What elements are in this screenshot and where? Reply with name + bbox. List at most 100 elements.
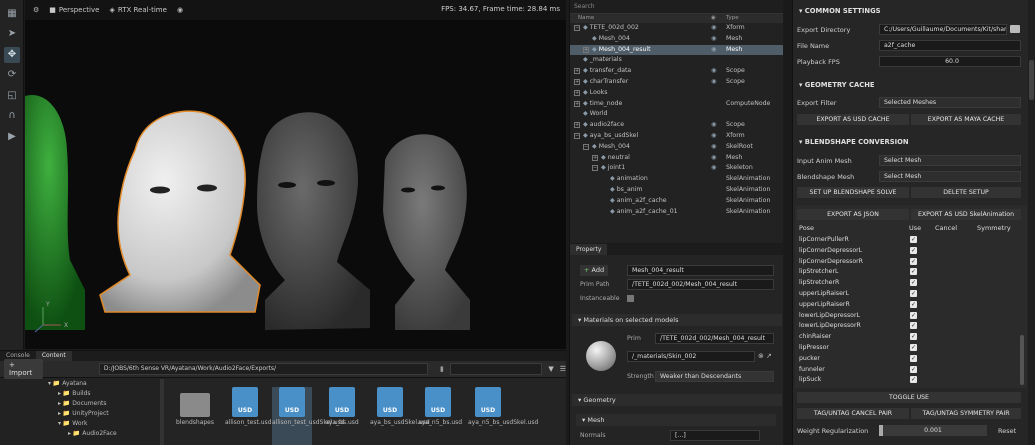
expand-toggle-icon[interactable]: + (574, 78, 580, 85)
use-checkbox[interactable]: ✓ (910, 333, 917, 341)
reset-button[interactable]: Reset (998, 427, 1016, 435)
export-directory-field[interactable]: C:/Users/Guillaume/Documents/Kit/shared (879, 24, 1007, 35)
expand-toggle-icon[interactable]: − (592, 165, 598, 172)
path-field[interactable]: D:/JOBS/6th Sense VR/Ayatana/Work/Audio2… (98, 363, 428, 375)
folder-browse-icon[interactable] (1010, 25, 1020, 33)
mesh-section-header[interactable]: ▾ Mesh (576, 414, 776, 426)
use-checkbox[interactable]: ✓ (910, 279, 917, 287)
expand-toggle-icon[interactable]: + (574, 100, 580, 107)
stage-row[interactable]: − ◆ Mesh_004 ◉ SkelRoot (570, 142, 783, 153)
stage-row[interactable]: ◆ bs_anim SkelAnimation (570, 185, 783, 196)
visibility-icon[interactable]: ◉ (711, 142, 716, 153)
file-item[interactable]: USD aya_n5_bs.usd (418, 387, 462, 426)
rotate-icon[interactable]: ⟳ (4, 67, 20, 83)
instanceable-checkbox[interactable] (627, 295, 634, 302)
visibility-icon[interactable]: ◉ (711, 45, 716, 56)
stage-row[interactable]: + ◆ charTransfer ◉ Scope (570, 77, 783, 88)
stage-row[interactable]: − ◆ aya_bs_usdSkel ◉ Xform (570, 131, 783, 142)
use-checkbox[interactable]: ✓ (910, 300, 917, 308)
file-item-selected[interactable]: USD allison_test_usdSkel.usd (272, 387, 345, 445)
file-item[interactable]: USD aya_bs_usdSkel.usd (370, 387, 430, 426)
material-prim-field[interactable]: /TETE_002d_002/Mesh_004_result (655, 333, 774, 344)
expand-toggle-icon[interactable] (601, 174, 607, 180)
search-field[interactable] (449, 363, 543, 375)
setup-blendshape-solve-button[interactable]: SET UP BLENDSHAPE SOLVE (797, 187, 909, 198)
use-checkbox[interactable]: ✓ (910, 257, 917, 265)
use-checkbox[interactable]: ✓ (910, 376, 917, 384)
expand-toggle-icon[interactable] (601, 185, 607, 191)
prim-name-field[interactable]: Mesh_004_result (627, 265, 774, 276)
weight-regularization-slider[interactable]: 0.001 (879, 425, 987, 436)
visibility-icon[interactable]: ◉ (711, 120, 716, 131)
select-arrow-icon[interactable]: ➤ (4, 26, 20, 42)
play-icon[interactable]: ▶ (4, 129, 20, 145)
renderer-dropdown[interactable]: ◈ RTX Real-time (109, 6, 166, 14)
expand-toggle-icon[interactable]: + (583, 46, 589, 53)
playback-fps-field[interactable]: 60.0 (879, 56, 1021, 67)
expand-toggle-icon[interactable]: + (574, 68, 580, 75)
strength-dropdown[interactable]: Weaker than Descendants (655, 371, 774, 382)
tree-item[interactable]: ▸ 📁 Documents (0, 399, 160, 409)
visibility-icon[interactable]: ◉ (711, 77, 716, 88)
delete-setup-button[interactable]: DELETE SETUP (911, 187, 1021, 198)
tree-item[interactable]: ▾ 📁 Work (0, 419, 160, 429)
file-item[interactable]: USD aya_bs.usd (322, 387, 362, 426)
snap-icon[interactable]: ∩ (4, 108, 20, 124)
export-filter-dropdown[interactable]: Selected Meshes (879, 97, 1021, 108)
tree-item[interactable]: ▾ 📁 Ayatana (0, 379, 160, 389)
expand-toggle-icon[interactable] (601, 207, 607, 213)
stage-row[interactable]: + ◆ Mesh_004_result ◉ Mesh (570, 44, 783, 56)
use-checkbox[interactable]: ✓ (910, 290, 917, 297)
viewport[interactable]: Y X ⚙ ■ Perspective ◈ RTX Real-time ◉ FPS:… (25, 0, 566, 349)
tree-splitter[interactable] (160, 379, 164, 445)
expand-toggle-icon[interactable] (574, 109, 580, 115)
material-binding-field[interactable]: /_materials/Skin_002 (627, 351, 755, 362)
export-maya-cache-button[interactable]: EXPORT AS MAYA CACHE (911, 114, 1021, 125)
use-checkbox[interactable]: ✓ (910, 365, 917, 373)
stage-row[interactable]: ◆ _materials (570, 55, 783, 66)
use-checkbox[interactable]: ✓ (910, 268, 917, 276)
visibility-icon[interactable]: ◉ (711, 66, 716, 77)
geometry-section-header[interactable]: ▾ Geometry (572, 394, 782, 406)
pose-list-scrollbar[interactable] (1020, 335, 1024, 385)
expand-toggle-icon[interactable]: + (592, 154, 598, 161)
options-icon[interactable]: ☰ (560, 365, 566, 373)
tag-symmetry-pair-button[interactable]: TAG/UNTAG SYMMETRY PAIR (911, 408, 1021, 419)
export-usd-cache-button[interactable]: EXPORT AS USD CACHE (797, 114, 909, 125)
eye-icon[interactable]: ◉ (177, 6, 183, 14)
tree-item[interactable]: ▸ 📁 Builds (0, 389, 160, 399)
stage-row[interactable]: ◆ anim_a2f_cache_01 SkelAnimation (570, 207, 783, 218)
materials-section-header[interactable]: ▾ Materials on selected models (572, 314, 782, 326)
use-checkbox[interactable]: ✓ (910, 311, 917, 319)
scale-icon[interactable]: ◱ (4, 88, 20, 104)
stage-row[interactable]: + ◆ time_node ComputeNode (570, 99, 783, 110)
stage-row[interactable]: ◆ World (570, 109, 783, 120)
tree-item[interactable]: ▸ 📁 Audio2Face (0, 429, 160, 439)
visibility-icon[interactable]: ◉ (711, 131, 716, 142)
use-checkbox[interactable]: ✓ (910, 322, 917, 330)
expand-toggle-icon[interactable] (574, 55, 580, 61)
stage-row[interactable]: ◆ Mesh_004 ◉ Mesh (570, 34, 783, 45)
blendshape-conversion-header[interactable]: ▾ BLENDSHAPE CONVERSION (793, 135, 1029, 149)
visibility-icon[interactable]: ◉ (711, 153, 716, 164)
visibility-icon[interactable]: ◉ (711, 23, 716, 34)
file-item[interactable]: USD aya_n5_bs_usdSkel.usd (468, 387, 538, 426)
toggle-use-button[interactable]: TOGGLE USE (797, 392, 1021, 403)
move-icon[interactable]: ✥ (4, 47, 20, 63)
stage-row[interactable]: + ◆ neutral ◉ Mesh (570, 153, 783, 164)
expand-toggle-icon[interactable]: − (574, 25, 580, 31)
stage-search-input[interactable]: Search (570, 0, 783, 14)
add-button[interactable]: + Add (580, 265, 609, 276)
import-button[interactable]: + Import (4, 359, 43, 379)
right-scrollbar[interactable] (1028, 0, 1035, 445)
export-json-button[interactable]: EXPORT AS JSON (797, 209, 909, 220)
panel-scrollbar[interactable] (784, 0, 792, 445)
expand-toggle-icon[interactable]: − (583, 143, 589, 150)
visibility-icon[interactable]: ◉ (711, 163, 716, 174)
stage-row[interactable]: + ◆ audio2face ◉ Scope (570, 120, 783, 131)
menu-icon[interactable]: ▦ (4, 6, 20, 22)
settings-gear-icon[interactable]: ⚙ (33, 6, 39, 14)
camera-dropdown[interactable]: ■ Perspective (49, 6, 99, 14)
expand-toggle-icon[interactable]: + (574, 89, 580, 96)
input-anim-mesh-dropdown[interactable]: Select Mesh (879, 155, 1021, 166)
